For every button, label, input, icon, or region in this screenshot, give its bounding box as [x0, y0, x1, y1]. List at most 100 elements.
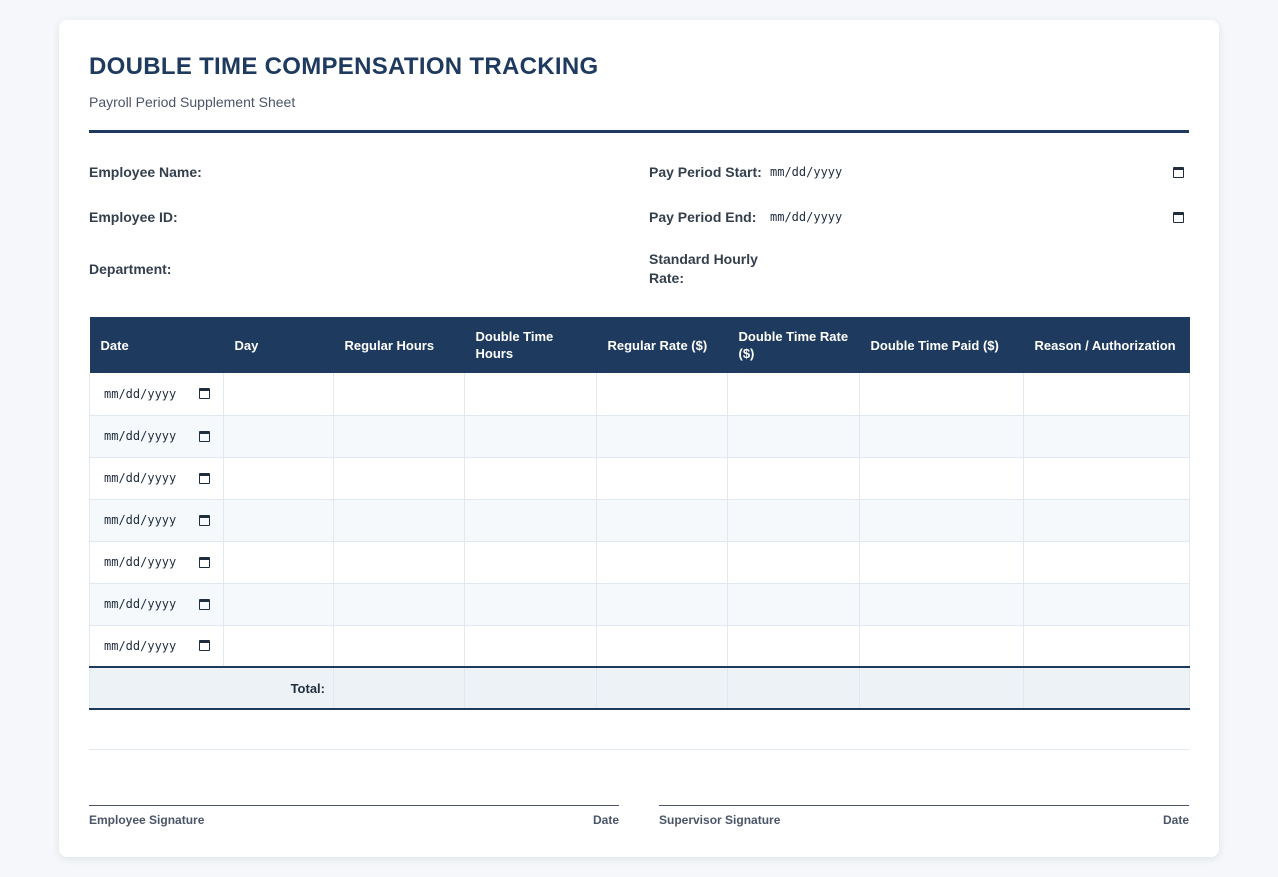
calendar-icon[interactable] — [1173, 166, 1184, 178]
date-cell[interactable]: mm/dd/yyyy — [89, 582, 224, 626]
calendar-icon[interactable] — [199, 430, 210, 442]
employee-signature-block[interactable]: Employee Signature Date — [89, 805, 619, 827]
supervisor-signature-label: Supervisor Signature — [659, 813, 781, 827]
pay-period-start-label: Pay Period Start: — [649, 164, 762, 180]
double-time-hours-cell[interactable] — [464, 624, 597, 668]
date-cell[interactable]: mm/dd/yyyy — [89, 540, 224, 584]
date-input[interactable]: mm/dd/yyyy — [101, 639, 212, 653]
regular-hours-cell[interactable] — [333, 540, 465, 584]
column-header-regular-hours: Regular Hours — [333, 317, 465, 373]
day-cell[interactable] — [223, 498, 334, 542]
total-regular-hours-cell — [333, 666, 465, 710]
total-double-time-paid-cell — [859, 666, 1024, 710]
regular-rate-cell[interactable] — [596, 498, 728, 542]
date-cell[interactable]: mm/dd/yyyy — [89, 498, 224, 542]
pay-period-end-input[interactable]: mm/dd/yyyy — [770, 206, 1184, 228]
calendar-icon[interactable] — [199, 472, 210, 484]
double-time-rate-cell[interactable] — [727, 498, 860, 542]
double-time-paid-cell[interactable] — [859, 540, 1024, 584]
date-cell[interactable]: mm/dd/yyyy — [89, 373, 224, 416]
table-row: mm/dd/yyyy — [89, 582, 1190, 626]
day-cell[interactable] — [223, 582, 334, 626]
calendar-icon[interactable] — [1173, 211, 1184, 223]
date-cell[interactable]: mm/dd/yyyy — [89, 414, 224, 458]
double-time-rate-cell[interactable] — [727, 373, 860, 416]
double-time-hours-cell[interactable] — [464, 582, 597, 626]
calendar-icon[interactable] — [199, 598, 210, 610]
pay-period-start-input[interactable]: mm/dd/yyyy — [770, 161, 1184, 183]
pay-period-end-placeholder: mm/dd/yyyy — [770, 210, 843, 224]
regular-rate-cell[interactable] — [596, 624, 728, 668]
employee-id-label: Employee ID: — [89, 209, 178, 225]
employee-signature-line[interactable] — [89, 805, 619, 806]
date-input[interactable]: mm/dd/yyyy — [101, 555, 212, 569]
calendar-icon[interactable] — [199, 388, 210, 400]
supervisor-date-label: Date — [1162, 813, 1189, 827]
double-time-rate-cell[interactable] — [727, 582, 860, 626]
date-input[interactable]: mm/dd/yyyy — [101, 471, 212, 485]
date-cell[interactable]: mm/dd/yyyy — [89, 624, 224, 668]
regular-rate-cell[interactable] — [596, 456, 728, 500]
day-cell[interactable] — [223, 373, 334, 416]
regular-rate-cell[interactable] — [596, 540, 728, 584]
regular-hours-cell[interactable] — [333, 373, 465, 416]
date-input[interactable]: mm/dd/yyyy — [101, 429, 212, 443]
double-time-rate-cell[interactable] — [727, 456, 860, 500]
regular-hours-cell[interactable] — [333, 582, 465, 626]
section-divider — [89, 749, 1189, 750]
reason-cell[interactable] — [1023, 582, 1190, 626]
double-time-rate-cell[interactable] — [727, 414, 860, 458]
double-time-paid-cell[interactable] — [859, 414, 1024, 458]
regular-hours-cell[interactable] — [333, 498, 465, 542]
day-cell[interactable] — [223, 456, 334, 500]
standard-rate-label: Standard Hourly Rate: — [649, 250, 758, 288]
regular-rate-cell[interactable] — [596, 582, 728, 626]
date-input[interactable]: mm/dd/yyyy — [101, 597, 212, 611]
double-time-rate-cell[interactable] — [727, 624, 860, 668]
supervisor-signature-block[interactable]: Supervisor Signature Date — [659, 805, 1189, 827]
double-time-paid-cell[interactable] — [859, 456, 1024, 500]
double-time-hours-cell[interactable] — [464, 540, 597, 584]
total-label: Total: — [89, 666, 334, 710]
column-header-regular-rate: Regular Rate ($) — [596, 317, 728, 373]
reason-cell[interactable] — [1023, 498, 1190, 542]
date-cell[interactable]: mm/dd/yyyy — [89, 456, 224, 500]
regular-hours-cell[interactable] — [333, 456, 465, 500]
double-time-paid-cell[interactable] — [859, 624, 1024, 668]
date-input[interactable]: mm/dd/yyyy — [101, 387, 212, 401]
calendar-icon[interactable] — [199, 640, 210, 652]
double-time-paid-cell[interactable] — [859, 373, 1024, 416]
regular-rate-cell[interactable] — [596, 373, 728, 416]
double-time-hours-cell[interactable] — [464, 373, 597, 416]
column-header-day: Day — [223, 317, 334, 373]
supervisor-signature-line[interactable] — [659, 805, 1189, 806]
page-subtitle: Payroll Period Supplement Sheet — [89, 94, 296, 110]
double-time-hours-cell[interactable] — [464, 414, 597, 458]
double-time-hours-cell[interactable] — [464, 498, 597, 542]
double-time-hours-cell[interactable] — [464, 456, 597, 500]
double-time-paid-cell[interactable] — [859, 582, 1024, 626]
date-placeholder: mm/dd/yyyy — [104, 471, 177, 485]
date-placeholder: mm/dd/yyyy — [104, 597, 177, 611]
reason-cell[interactable] — [1023, 540, 1190, 584]
reason-cell[interactable] — [1023, 624, 1190, 668]
reason-cell[interactable] — [1023, 373, 1190, 416]
reason-cell[interactable] — [1023, 414, 1190, 458]
double-time-table: Date Day Regular Hours Double Time Hours… — [89, 317, 1190, 710]
date-placeholder: mm/dd/yyyy — [104, 638, 177, 653]
calendar-icon[interactable] — [199, 514, 210, 526]
reason-cell[interactable] — [1023, 456, 1190, 500]
regular-hours-cell[interactable] — [333, 414, 465, 458]
regular-hours-cell[interactable] — [333, 624, 465, 668]
form-card: DOUBLE TIME COMPENSATION TRACKING Payrol… — [59, 20, 1219, 857]
calendar-icon[interactable] — [199, 556, 210, 568]
day-cell[interactable] — [223, 540, 334, 584]
regular-rate-cell[interactable] — [596, 414, 728, 458]
day-cell[interactable] — [223, 624, 334, 668]
standard-rate-label-line1: Standard Hourly — [649, 251, 758, 267]
employee-signature-label: Employee Signature — [89, 813, 205, 827]
date-input[interactable]: mm/dd/yyyy — [101, 513, 212, 527]
double-time-rate-cell[interactable] — [727, 540, 860, 584]
double-time-paid-cell[interactable] — [859, 498, 1024, 542]
day-cell[interactable] — [223, 414, 334, 458]
